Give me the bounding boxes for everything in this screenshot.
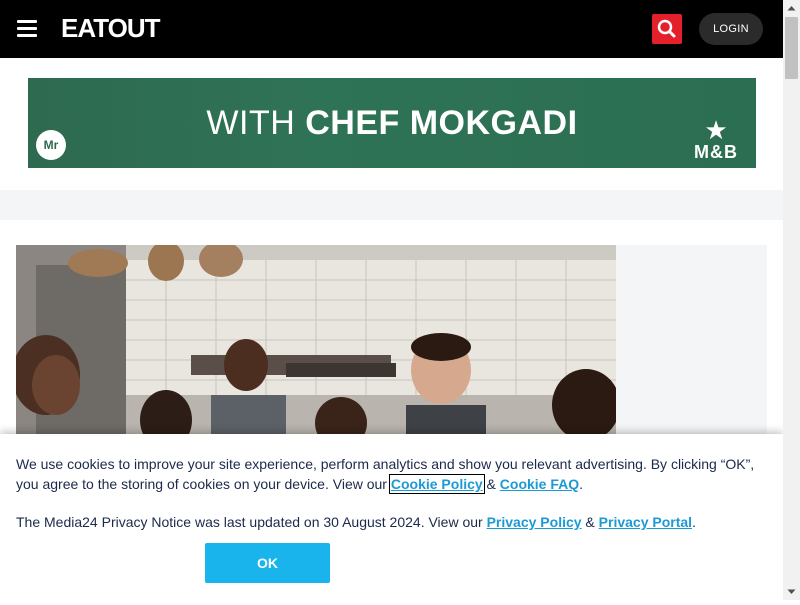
article-hero-image[interactable]	[16, 245, 616, 445]
ad-headline-name: CHEF MOKGADI	[305, 104, 578, 142]
star-icon: ★	[704, 115, 728, 145]
site-header: EATOUT LOGIN	[0, 0, 783, 58]
privacy-end: .	[692, 514, 696, 530]
sidebar-placeholder	[616, 245, 767, 445]
privacy-policy-link[interactable]: Privacy Policy	[487, 514, 582, 530]
cookie-text-1: We use cookies to improve your site expe…	[16, 456, 755, 492]
login-button[interactable]: LOGIN	[699, 13, 763, 45]
privacy-message: The Media24 Privacy Notice was last upda…	[16, 512, 756, 532]
ad-section: WITH CHEF MOKGADI Mr ★ M&B	[0, 58, 783, 190]
scroll-down-arrow-icon[interactable]	[783, 583, 800, 600]
search-button[interactable]	[652, 14, 682, 44]
hamburger-menu-icon[interactable]	[17, 20, 37, 37]
banner-ad[interactable]: WITH CHEF MOKGADI Mr ★ M&B	[28, 78, 756, 168]
search-icon	[657, 19, 676, 38]
ad-headline-prefix: WITH	[206, 104, 306, 142]
ad-brand-logo: ★ M&B	[686, 115, 746, 162]
ad-brand-text: M&B	[694, 142, 738, 162]
ad-headline: WITH CHEF MOKGADI	[28, 78, 756, 168]
cookie-consent-banner: We use cookies to improve your site expe…	[0, 434, 783, 600]
ad-badge-logo: Mr	[36, 130, 66, 160]
kitchen-photo	[16, 245, 616, 445]
scroll-up-arrow-icon[interactable]	[783, 0, 800, 17]
ok-button[interactable]: OK	[205, 543, 330, 583]
privacy-separator: &	[581, 514, 599, 530]
page: EATOUT LOGIN WITH CHEF MOKGADI Mr ★ M&B	[0, 0, 783, 600]
cookie-policy-link[interactable]: Cookie Policy	[388, 474, 485, 494]
cookie-message: We use cookies to improve your site expe…	[16, 454, 756, 494]
cookie-end-1: .	[579, 476, 584, 492]
cookie-separator-1: &	[482, 476, 500, 492]
site-logo[interactable]: EATOUT	[61, 13, 160, 43]
page-scrollbar[interactable]	[783, 0, 800, 600]
section-divider	[0, 190, 783, 220]
cookie-faq-link[interactable]: Cookie FAQ	[500, 476, 579, 492]
scrollbar-thumb[interactable]	[785, 17, 798, 79]
privacy-text: The Media24 Privacy Notice was last upda…	[16, 514, 487, 530]
privacy-portal-link[interactable]: Privacy Portal	[599, 514, 692, 530]
